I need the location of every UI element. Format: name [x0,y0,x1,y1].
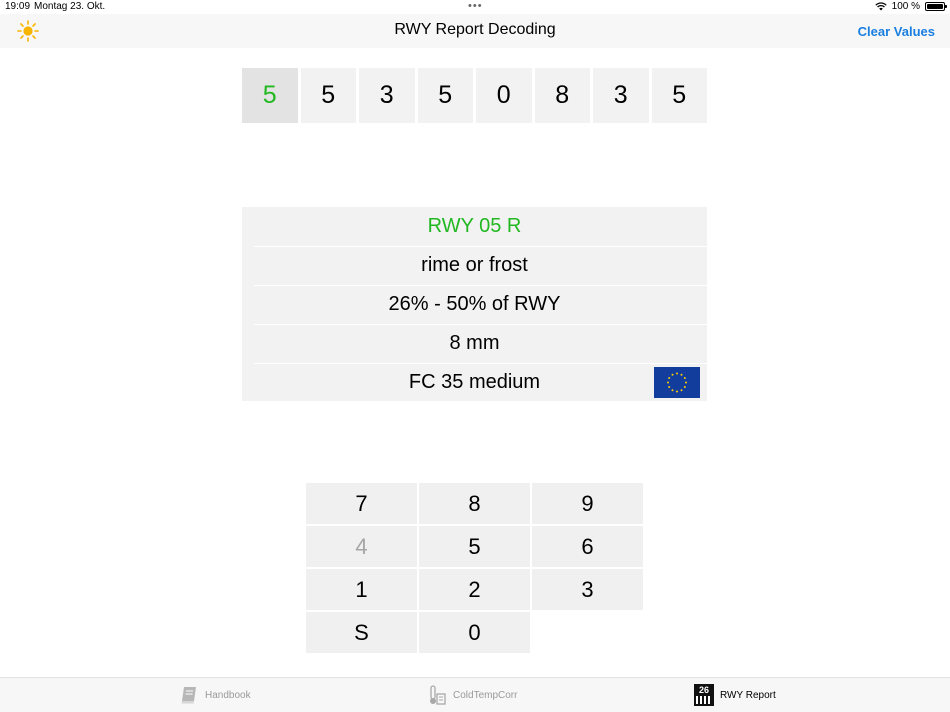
number-keypad: 7 8 9 4 5 6 1 2 3 S 0 [306,483,643,653]
key-9[interactable]: 9 [532,483,643,524]
code-digit-7[interactable]: 3 [593,68,649,123]
code-digit-5[interactable]: 0 [476,68,532,123]
key-6[interactable]: 6 [532,526,643,567]
book-icon [181,687,196,704]
key-8[interactable]: 8 [419,483,530,524]
tab-coldtempcorr-label: ColdTempCorr [453,689,518,701]
key-5[interactable]: 5 [419,526,530,567]
thermometer-airport-icon [430,685,446,705]
decoded-results-panel: RWY 05 R rime or frost 26% - 50% of RWY … [242,207,707,401]
code-digit-row: 5 5 3 5 0 8 3 5 [242,68,707,123]
tab-rwy-report[interactable]: 26 RWY Report [694,684,776,706]
key-2[interactable]: 2 [419,569,530,610]
tab-handbook[interactable]: Handbook [179,684,251,706]
status-bar: 19:09 Montag 23. Okt. ••• 100 % [0,0,950,14]
clear-values-button[interactable]: Clear Values [858,24,935,39]
code-digit-1[interactable]: 5 [242,68,298,123]
status-time: 19:09 [5,1,31,12]
deposit-type: rime or frost [242,246,707,285]
battery-percent: 100 % [891,1,920,12]
runway-designator: RWY 05 R [427,215,522,237]
runway-report-icon-number: 26 [699,685,709,695]
key-7[interactable]: 7 [306,483,417,524]
page-title: RWY Report Decoding [394,21,556,38]
key-s[interactable]: S [306,612,417,653]
wifi-icon [874,2,887,11]
key-1[interactable]: 1 [306,569,417,610]
battery-icon [925,2,947,11]
key-4[interactable]: 4 [306,526,417,567]
key-0[interactable]: 0 [419,612,530,653]
tab-bar: Handbook ColdTempCorr 26 RWY Report [0,677,950,712]
runway-report-icon: 26 [694,684,714,706]
navigation-bar: RWY Report Decoding Clear Values [0,14,950,48]
friction-value: FC 35 medium [408,371,541,393]
contamination-extent: 26% - 50% of RWY [242,285,707,324]
tab-rwy-report-label: RWY Report [720,689,776,701]
tab-coldtempcorr[interactable]: ColdTempCorr [427,684,517,706]
key-3[interactable]: 3 [532,569,643,610]
deposit-depth: 8 mm [242,324,707,363]
tab-handbook-label: Handbook [205,689,251,701]
multitasking-dots-icon[interactable]: ••• [468,0,483,12]
code-digit-8[interactable]: 5 [651,68,707,123]
status-date: Montag 23. Okt. [34,1,106,12]
friction-row: FC 35 medium [242,363,707,402]
code-digit-3[interactable]: 3 [359,68,415,123]
status-indicators: 100 % [874,1,947,12]
code-digit-2[interactable]: 5 [300,68,356,123]
eu-flag-icon[interactable] [654,367,700,398]
code-digit-4[interactable]: 5 [417,68,473,123]
code-digit-6[interactable]: 8 [534,68,590,123]
